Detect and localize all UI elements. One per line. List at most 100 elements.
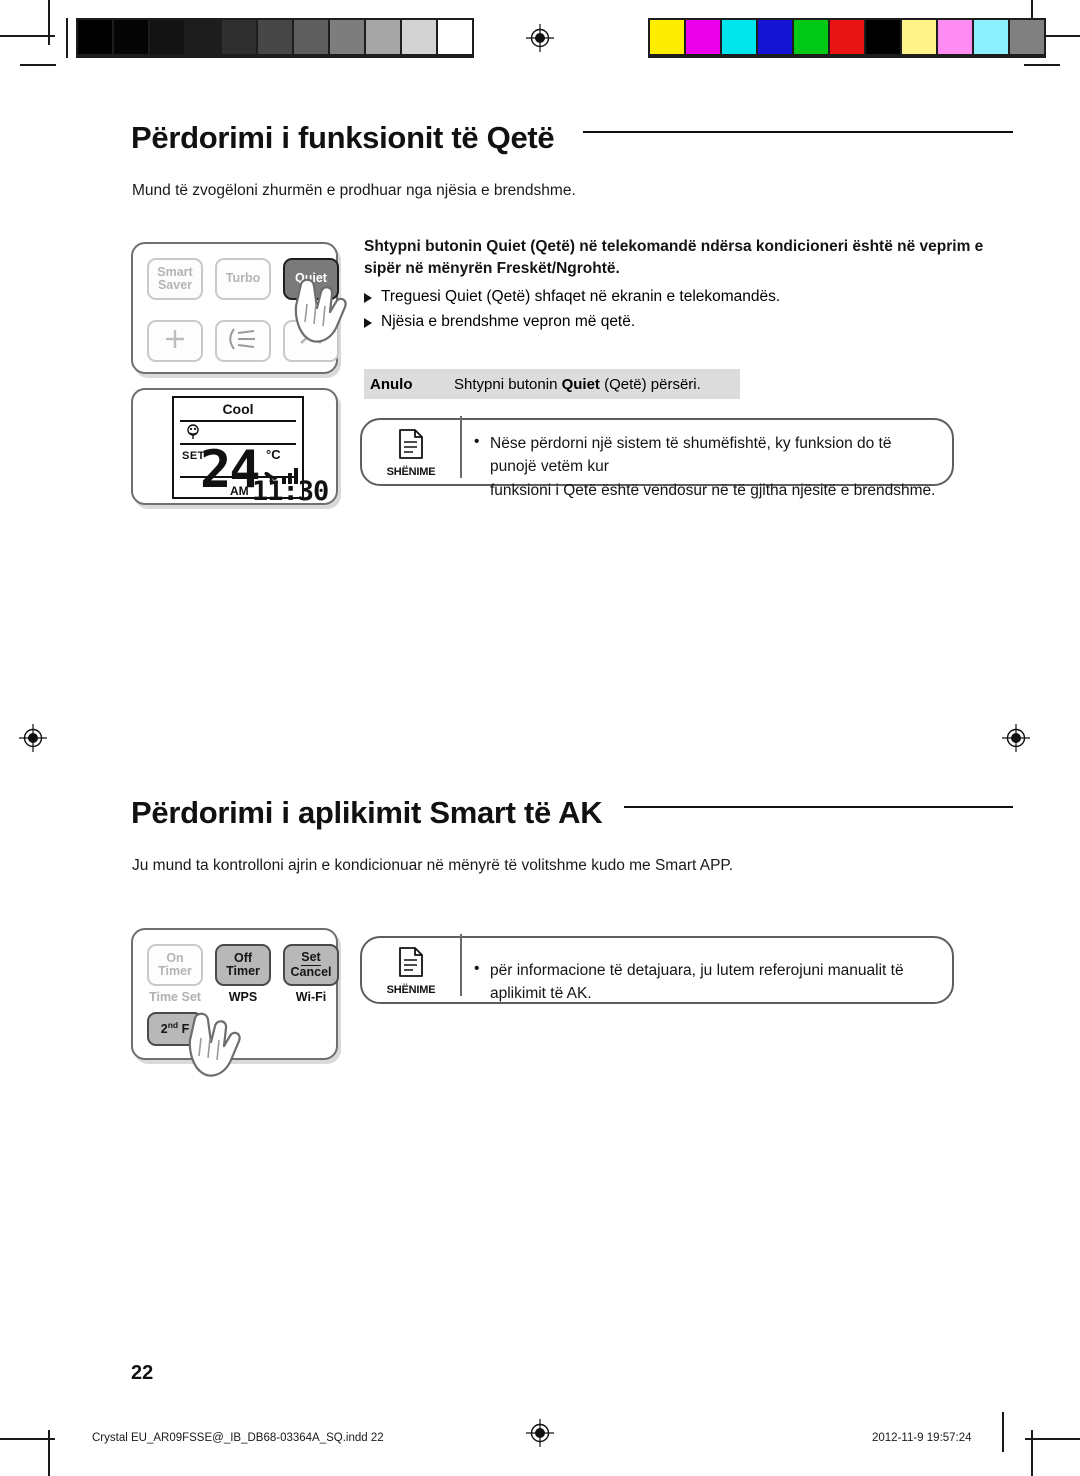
calibration-swatch-10 <box>1010 20 1044 54</box>
calibration-swatch-2 <box>722 20 756 54</box>
note-box-section2: SHËNIME • për informacione të detajuara,… <box>360 934 954 1004</box>
turbo-label: Turbo <box>225 271 261 286</box>
lcd-screen: Cool SET 24 °C AM 11:30 <box>172 396 329 507</box>
registration-target-icon-top <box>525 23 555 53</box>
set-cancel-label-line1: Set <box>301 950 321 966</box>
registration-target-icon-bottom <box>525 1418 555 1448</box>
crop-mark-top-left-inner <box>20 64 56 66</box>
crop-mark-bottom-right-h <box>1025 1438 1080 1440</box>
cancel-key-label: Anulo <box>370 375 413 393</box>
on-timer-label-line2: Timer <box>158 964 192 978</box>
airflow-swing-icon <box>226 326 260 355</box>
pointing-hand-icon-2nd-f <box>177 1008 255 1093</box>
footer-timestamp: 2012-11-9 19:57:24 <box>872 1432 972 1444</box>
trim-mark-left <box>66 18 68 58</box>
lead-line1-part3: (Qetë) në telekomandë ndërsa kondicioner… <box>525 238 984 255</box>
note-line2: funksioni i Qetë është vendosur në të gj… <box>490 481 936 499</box>
remote-button-turbo[interactable]: Turbo <box>215 258 271 300</box>
calibration-swatch-3 <box>758 20 792 54</box>
intro-text-section2: Ju mund ta kontrolloni ajrin e kondicion… <box>132 857 734 874</box>
calibration-swatch-4 <box>222 20 256 54</box>
crop-mark-bottom-left-v <box>48 1430 50 1476</box>
caption-wps: WPS <box>228 990 258 1004</box>
intro-text-section1: Mund të zvogëloni zhurmën e prodhuar nga… <box>132 182 576 199</box>
bullet-item-1: Treguesi Quiet (Qetë) shfaqet në ekranin… <box>364 288 780 306</box>
second-function-digit: 2 <box>160 1022 168 1037</box>
calibration-swatch-5 <box>830 20 864 54</box>
heading-rule-2 <box>624 806 1013 808</box>
caption-time-set: Time Set <box>149 990 201 1004</box>
lead-keyword-quiet: Quiet <box>486 238 526 255</box>
remote-button-panel-illustration: Smart Saver Turbo Quiet <box>131 242 347 374</box>
calibration-swatch-10 <box>438 20 472 54</box>
remote-button-smart-saver[interactable]: Smart Saver <box>147 258 203 300</box>
note-box-section1: SHËNIME • Nëse përdorni një sistem të sh… <box>360 416 954 499</box>
calibration-swatch-2 <box>150 20 184 54</box>
lead-line2: sipër në mënyrën Freskët/Ngrohtë. <box>364 260 620 278</box>
calibration-swatch-9 <box>402 20 436 54</box>
heading-rule-1 <box>583 131 1013 133</box>
calibration-swatch-4 <box>794 20 828 54</box>
instruction-lead: Shtypni butonin Quiet (Qetë) në telekoma… <box>364 236 984 281</box>
cancel-value-part3: (Qetë) përsëri. <box>599 375 701 393</box>
calibration-swatch-0 <box>650 20 684 54</box>
lcd-temperature-unit: °C <box>266 447 281 462</box>
note-bullet-marker: • <box>474 960 480 977</box>
set-cancel-label-line2: Cancel <box>290 965 332 979</box>
cancel-keyword-quiet: Quiet <box>561 375 600 393</box>
crop-mark-top-left-h <box>0 35 55 37</box>
remote-display-illustration: Cool SET 24 °C AM 11:30 <box>131 388 338 507</box>
note-bullet-marker: • <box>474 433 480 450</box>
remote-button-airflow[interactable] <box>215 320 271 362</box>
calibration-swatch-0 <box>78 20 112 54</box>
calibration-swatch-3 <box>186 20 220 54</box>
cancel-value: Shtypni butonin Quiet (Qetë) përsëri. <box>454 376 701 393</box>
bullet-item-1-text: Treguesi Quiet (Qetë) shfaqet në ekranin… <box>381 288 781 305</box>
footer-file-info: Crystal EU_AR09FSSE@_IB_DB68-03364A_SQ.i… <box>92 1432 384 1444</box>
calibration-swatch-7 <box>330 20 364 54</box>
color-calibration-bar <box>648 18 1046 58</box>
triangle-bullet-icon <box>364 293 372 303</box>
remote-button-plus[interactable] <box>147 320 203 362</box>
calibration-swatch-8 <box>938 20 972 54</box>
calibration-swatch-6 <box>294 20 328 54</box>
remote-button-set-cancel[interactable]: Set Cancel <box>283 944 339 986</box>
page-number: 22 <box>131 1362 154 1384</box>
note-label: SHËNIME <box>386 466 436 478</box>
calibration-swatch-7 <box>902 20 936 54</box>
note-line1: Nëse përdorni një sistem të shumëfishtë,… <box>490 435 892 476</box>
crop-mark-top-right-inner <box>1024 64 1060 66</box>
registration-target-icon-right <box>1001 723 1031 753</box>
lcd-time-value: 11:30 <box>252 476 329 507</box>
smart-saver-label-line2: Saver <box>157 278 193 292</box>
crop-mark-bottom-left-h <box>0 1438 55 1440</box>
registration-target-icon-left <box>18 723 48 753</box>
crop-mark-bottom-right-v <box>1031 1430 1033 1476</box>
note-divider <box>460 416 462 478</box>
remote-button-on-timer[interactable]: On Timer <box>147 944 203 986</box>
calibration-swatch-1 <box>114 20 148 54</box>
note-document-icon <box>397 947 425 982</box>
trim-mark-right-bottom <box>1002 1412 1004 1452</box>
calibration-swatch-1 <box>686 20 720 54</box>
triangle-bullet-icon <box>364 318 372 328</box>
bullet-item-2: Njësia e brendshme vepron më qetë. <box>364 313 635 331</box>
calibration-swatch-6 <box>866 20 900 54</box>
document-page: Përdorimi i funksionit të Qetë Mund të z… <box>0 0 1080 1476</box>
bullet-item-2-text: Njësia e brendshme vepron më qetë. <box>381 313 636 330</box>
page-title-section2: Përdorimi i aplikimit Smart të AK <box>131 795 603 830</box>
note-text-section2: për informacione të detajuara, ju lutem … <box>490 962 904 1003</box>
lcd-separator-1 <box>180 420 296 422</box>
cancel-instruction-bar: Anulo Shtypni butonin Quiet (Qetë) përsë… <box>364 369 740 399</box>
remote-button-off-timer[interactable]: Off Timer <box>215 944 271 986</box>
plus-icon <box>162 326 188 355</box>
note-label: SHËNIME <box>386 984 436 996</box>
lcd-ampm-label: AM <box>230 484 249 498</box>
lead-line1-part1: Shtypni butonin <box>364 238 487 255</box>
note-text-section1: Nëse përdorni një sistem të shumëfishtë,… <box>490 432 940 502</box>
caption-wifi: Wi-Fi <box>295 990 327 1004</box>
calibration-swatch-8 <box>366 20 400 54</box>
note-document-icon <box>397 429 425 464</box>
pointing-hand-icon-quiet <box>283 274 361 359</box>
off-timer-label-line2: Timer <box>226 964 260 978</box>
